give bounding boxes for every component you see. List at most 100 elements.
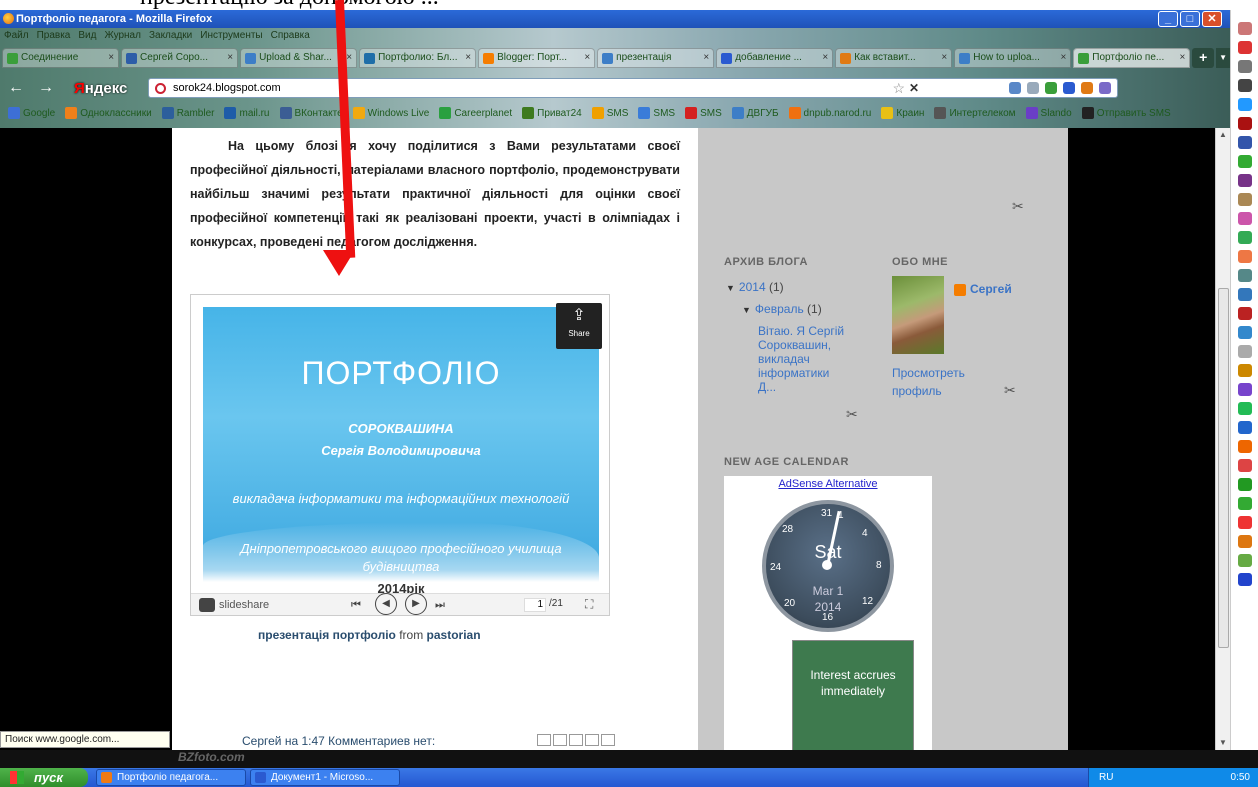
image-icon[interactable] — [1237, 250, 1252, 263]
taskbar-item-word[interactable]: Документ1 - Microso... — [250, 769, 400, 786]
edit-profile-wrench-icon[interactable]: ✂ — [1004, 382, 1016, 399]
browser-tab[interactable]: Как вставит... × — [835, 48, 953, 68]
mail-m-icon[interactable] — [1237, 307, 1252, 320]
blog-share-icon[interactable] — [553, 734, 567, 746]
taskbar-item-firefox[interactable]: Портфоліо педагога... — [96, 769, 246, 786]
tab-close-icon[interactable]: × — [346, 49, 352, 67]
tab-close-icon[interactable]: × — [822, 49, 828, 67]
bookmark-item[interactable]: Slando — [1025, 104, 1072, 122]
bookmark-item[interactable]: Одноклассники — [65, 104, 152, 122]
globe-icon[interactable] — [1237, 155, 1252, 168]
chat-icon[interactable] — [1237, 174, 1252, 187]
bookmark-item[interactable]: Сareerplanet — [439, 104, 512, 122]
facebook-share-icon[interactable] — [585, 734, 599, 746]
slideshare-embed[interactable]: ПОРТФОЛІО СОРОКВАШИНА Сергія Володимиров… — [190, 294, 610, 616]
menu-file[interactable]: Файл — [4, 30, 29, 44]
opera-icon[interactable] — [1237, 516, 1252, 529]
tab-list-button[interactable]: ▼ — [1216, 48, 1230, 68]
next-slide-button[interactable]: ▶ — [405, 593, 427, 615]
start-button[interactable]: пуск — [0, 768, 88, 787]
save-icon[interactable] — [1237, 573, 1252, 586]
bookmark-item[interactable]: Rambler — [161, 104, 214, 122]
menu-edit[interactable]: Правка — [37, 30, 71, 44]
word-icon[interactable] — [1237, 288, 1252, 301]
bookmark-item[interactable]: ДВГУБ — [731, 104, 779, 122]
bookmark-star-icon[interactable]: ☆ — [892, 79, 905, 97]
square-icon[interactable] — [1237, 117, 1252, 130]
social-icon[interactable] — [1063, 82, 1075, 94]
bookmark-item[interactable]: SMS — [591, 104, 628, 122]
status-icon[interactable] — [1045, 82, 1057, 94]
adsense-alternative-link[interactable]: AdSense Alternative — [724, 478, 932, 490]
last-slide-button[interactable]: ⏭ — [435, 594, 445, 616]
phone-icon[interactable] — [1237, 136, 1252, 149]
download-icon[interactable] — [1099, 82, 1111, 94]
bookmark-item[interactable]: Краин — [881, 104, 924, 122]
avatar[interactable] — [892, 276, 944, 354]
checkbox-icon[interactable] — [1237, 326, 1252, 339]
browser-tab[interactable]: добавление ... × — [716, 48, 834, 68]
tab-close-icon[interactable]: × — [465, 49, 471, 67]
vertical-scrollbar[interactable]: ▲ ▼ — [1215, 128, 1230, 750]
tool-icon[interactable] — [1237, 22, 1252, 35]
folder-icon[interactable] — [1237, 554, 1252, 567]
scroll-down-icon[interactable]: ▼ — [1216, 736, 1230, 750]
archive-post-link[interactable]: Вітаю. Я Сергій Сорокваш­ин, викладач ін… — [758, 324, 848, 394]
bookmark-item[interactable]: dnpub.narod.ru — [788, 104, 871, 122]
tab-close-icon[interactable]: × — [584, 49, 590, 67]
scroll-thumb[interactable] — [1218, 288, 1229, 648]
bookmark-item[interactable]: Интертелеком — [934, 104, 1016, 122]
archive-year[interactable]: ▼ 2014 (1) — [726, 280, 784, 294]
excel-icon[interactable] — [1237, 231, 1252, 244]
menu-tools[interactable]: Инструменты — [200, 30, 262, 44]
maximize-button[interactable]: □ — [1180, 11, 1200, 27]
language-indicator[interactable]: RU — [1099, 772, 1113, 783]
leaf-icon[interactable] — [1237, 402, 1252, 415]
tray-clock[interactable]: 0:50 — [1231, 768, 1250, 787]
interest-ad[interactable]: Interest accrues immediately — [792, 640, 914, 750]
speaker-icon[interactable] — [1237, 459, 1252, 472]
first-slide-button[interactable]: ⏮ — [351, 594, 361, 616]
tab-close-icon[interactable]: × — [227, 49, 233, 67]
pinterest-share-icon[interactable] — [601, 734, 615, 746]
tab-close-icon[interactable]: × — [108, 49, 114, 67]
tab-close-icon[interactable]: × — [1179, 49, 1185, 67]
tab-close-icon[interactable]: × — [703, 49, 709, 67]
menu-history[interactable]: Журнал — [104, 30, 141, 44]
ie-icon[interactable] — [1237, 421, 1252, 434]
refresh-icon[interactable] — [1237, 98, 1252, 111]
new-tab-button[interactable]: + — [1192, 48, 1215, 68]
info-icon[interactable] — [1237, 364, 1252, 377]
author-link[interactable]: pastorian — [427, 628, 481, 642]
address-bar[interactable]: sorok24.blogspot.com ☆ ✕ — [148, 78, 1118, 98]
minimize-button[interactable]: _ — [1158, 11, 1178, 27]
tab-close-icon[interactable]: × — [941, 49, 947, 67]
browser-tab[interactable]: Портфоліо пе... × — [1073, 48, 1191, 68]
view-profile-link[interactable]: Просмотреть профиль — [892, 364, 982, 400]
bookmark-item[interactable]: ВКонтакте — [279, 104, 343, 122]
paint-icon[interactable] — [1237, 212, 1252, 225]
document-icon[interactable] — [1237, 269, 1252, 282]
swirl-icon[interactable] — [1237, 535, 1252, 548]
user-icon[interactable] — [1237, 193, 1252, 206]
bookmark-item[interactable]: Приват24 — [522, 104, 582, 122]
bookmark-item[interactable]: SMS — [685, 104, 722, 122]
browser-tab[interactable]: How to uploa... × — [954, 48, 1072, 68]
profile-name[interactable]: Сергей — [954, 282, 1012, 296]
scroll-up-icon[interactable]: ▲ — [1216, 128, 1230, 142]
warning-icon[interactable] — [1237, 41, 1252, 54]
bookmark-item[interactable]: Отправить SMS — [1081, 104, 1171, 122]
twitter-share-icon[interactable] — [569, 734, 583, 746]
calendar-icon[interactable] — [1237, 345, 1252, 358]
yandex-button[interactable]: Яндекс — [74, 80, 127, 97]
menu-help[interactable]: Справка — [271, 30, 310, 44]
menu-view[interactable]: Вид — [78, 30, 96, 44]
browser-tab[interactable]: Blogger: Порт... × — [478, 48, 596, 68]
edit-archive-wrench-icon[interactable]: ✂ — [846, 406, 858, 423]
email-share-icon[interactable] — [537, 734, 551, 746]
orb-icon[interactable] — [1237, 383, 1252, 396]
slide-page-input[interactable]: 1 — [524, 598, 546, 612]
browser-tab[interactable]: презентація × — [597, 48, 715, 68]
post-footer[interactable]: Сергей на 1:47 Комментариев нет: — [242, 734, 435, 748]
bookmark-item[interactable]: Windows Live — [352, 104, 429, 122]
